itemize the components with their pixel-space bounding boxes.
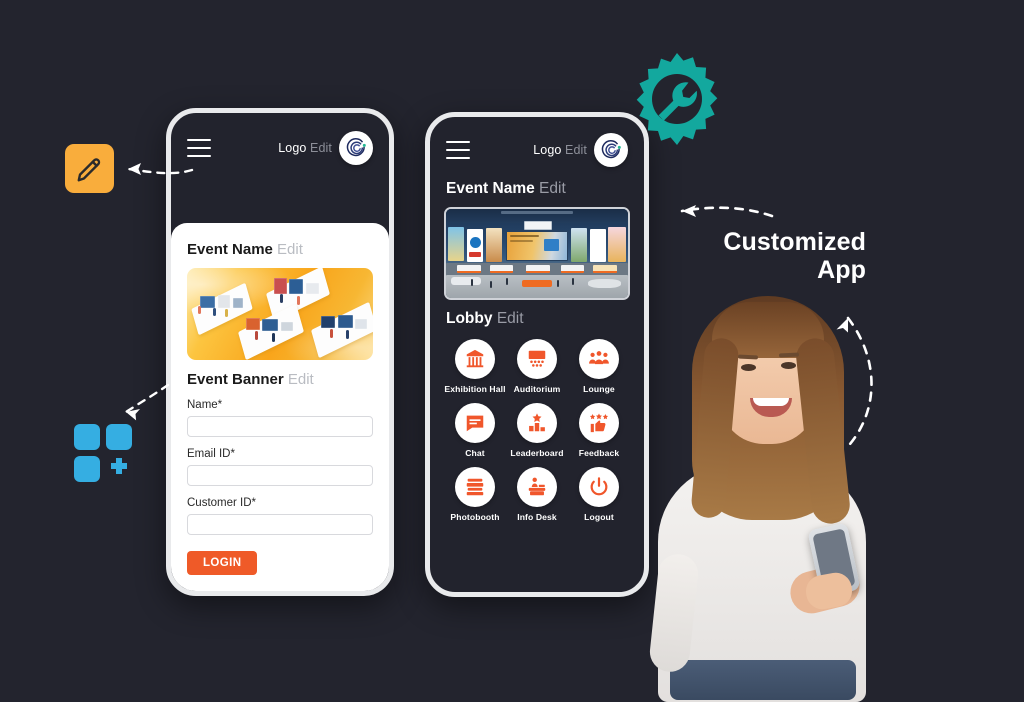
lobby-menu-grid: Exhibition Hall Auditorium Lounge Chat L… — [444, 339, 630, 522]
login-button[interactable]: LOGIN — [187, 551, 258, 575]
dashed-arrow-icon — [124, 383, 170, 421]
dashed-arrow-icon — [680, 205, 774, 218]
lobby-text: Lobby — [446, 310, 493, 327]
menu-item-lounge[interactable]: Lounge — [568, 339, 630, 394]
name-field-label: Name* — [187, 399, 223, 411]
exhibition-hall-icon — [455, 339, 495, 379]
edit-pencil-badge-icon — [65, 144, 114, 193]
brand-swirl-logo-icon — [339, 131, 373, 165]
logo-label: Logo — [533, 143, 562, 157]
photobooth-camera-icon — [455, 467, 495, 508]
brand-swirl-logo-icon — [594, 133, 628, 167]
add-module-blocks-icon — [72, 422, 138, 488]
phone1-topbar: Logo Edit — [171, 113, 389, 165]
menu-label: Leaderboard — [510, 448, 564, 459]
lobby-edit-link[interactable]: Edit — [497, 310, 524, 327]
menu-label: Feedback — [578, 448, 620, 459]
menu-item-logout[interactable]: Logout — [568, 467, 630, 522]
menu-item-leaderboard[interactable]: Leaderboard — [506, 403, 568, 458]
event-name-edit-link[interactable]: Edit — [277, 241, 303, 258]
phone1-logo-group[interactable]: Logo Edit — [278, 131, 373, 165]
phone1-banner-title: Event Banner Edit — [187, 371, 373, 388]
lounge-people-icon — [579, 339, 619, 379]
event-banner-image — [187, 268, 373, 360]
phone2-topbar: Logo Edit — [444, 117, 630, 167]
menu-item-exhibition-hall[interactable]: Exhibition Hall — [444, 339, 506, 394]
customer-id-input[interactable] — [187, 514, 373, 535]
lobby-preview-image[interactable] — [444, 207, 630, 300]
menu-item-photobooth[interactable]: Photobooth — [444, 467, 506, 522]
event-name-edit-link[interactable]: Edit — [539, 180, 566, 197]
phone2-logo-group[interactable]: Logo Edit — [533, 133, 628, 167]
gear-wrench-settings-icon — [627, 49, 727, 149]
event-banner-edit-link[interactable]: Edit — [288, 371, 314, 388]
logo-edit-label[interactable]: Edit — [310, 141, 332, 155]
login-screen-phone: Logo Edit Event Name Edit Event Banner E… — [166, 108, 394, 596]
customer-id-field-label: Customer ID* — [187, 497, 257, 509]
phone1-event-title: Event Name Edit — [187, 241, 373, 258]
menu-label: Photobooth — [450, 512, 500, 523]
poster-canvas: Logo Edit Event Name Edit Event Banner E… — [0, 0, 1024, 702]
phone1-header: Logo Edit — [171, 113, 389, 223]
name-input[interactable] — [187, 416, 373, 437]
menu-label: Info Desk — [517, 512, 557, 523]
hamburger-menu-icon[interactable] — [446, 141, 470, 159]
event-banner-text: Event Banner — [187, 371, 284, 388]
hamburger-menu-icon[interactable] — [187, 139, 211, 157]
feedback-thumbsup-icon — [579, 403, 619, 444]
logo-edit-label[interactable]: Edit — [565, 143, 587, 157]
menu-item-feedback[interactable]: Feedback — [568, 403, 630, 458]
event-name-text: Event Name — [187, 241, 273, 258]
email-input[interactable] — [187, 465, 373, 486]
leaderboard-podium-icon — [517, 403, 557, 444]
caption-line-1: Customized — [723, 228, 866, 256]
lobby-screen-phone: Logo Edit Event Name Edit Lobby Edit Exh… — [425, 112, 649, 597]
power-logout-icon — [579, 467, 619, 508]
phone1-content-card: Event Name Edit Event Banner Edit Name* … — [171, 223, 389, 591]
menu-label: Chat — [465, 448, 485, 459]
menu-item-auditorium[interactable]: Auditorium — [506, 339, 568, 394]
menu-label: Exhibition Hall — [444, 384, 506, 394]
phone2-lobby-title: Lobby Edit — [444, 310, 630, 328]
menu-label: Lounge — [583, 384, 615, 394]
auditorium-icon — [517, 339, 557, 379]
chat-bubble-icon — [455, 403, 495, 444]
smiling-woman-holding-phone-photo — [640, 268, 888, 702]
event-name-text: Event Name — [446, 180, 535, 197]
email-field-label: Email ID* — [187, 448, 235, 460]
info-desk-icon — [517, 467, 557, 508]
menu-label: Logout — [584, 512, 614, 523]
logo-label: Logo — [278, 141, 307, 155]
menu-item-chat[interactable]: Chat — [444, 403, 506, 458]
phone2-event-title: Event Name Edit — [444, 180, 630, 198]
menu-label: Auditorium — [513, 384, 561, 394]
menu-item-info-desk[interactable]: Info Desk — [506, 467, 568, 522]
